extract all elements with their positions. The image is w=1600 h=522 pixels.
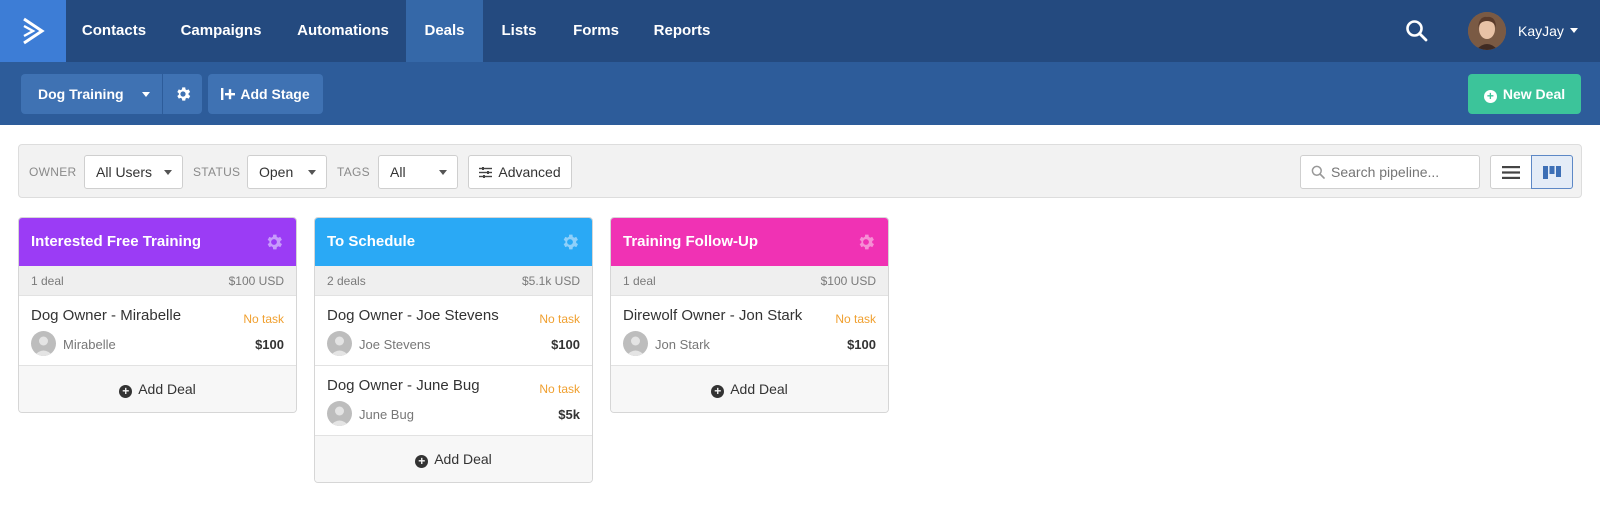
add-column-icon [221,88,236,100]
nav-reports[interactable]: Reports [637,0,727,62]
deal-task-status: No task [835,312,876,326]
status-filter-value: Open [259,164,294,180]
deal-value: $100 [551,337,580,352]
nav-deals[interactable]: Deals [406,0,483,62]
stage-total: $5.1k USD [521,274,580,288]
stage-total: $100 USD [228,274,284,288]
deal-contact: Jon Stark [655,337,710,352]
deal-title: Dog Owner - June Bug [327,377,480,394]
stage-column: Training Follow-Up 1 deal $100 USD Direw… [610,217,889,413]
chevron-down-icon [164,170,172,175]
deal-contact: Mirabelle [63,337,116,352]
deal-card[interactable]: Dog Owner - Joe Stevens No task Joe Stev… [315,296,592,366]
pipeline-select-label: Dog Training [38,86,124,102]
nav-contacts[interactable]: Contacts [66,0,162,62]
add-stage-label: Add Stage [240,86,310,102]
stage-header: Training Follow-Up [611,218,888,266]
contact-avatar [31,331,56,356]
stage-summary: 1 deal $100 USD [19,266,296,296]
chevron-down-icon [142,92,150,97]
kanban-icon [1543,165,1561,179]
owner-filter-label: OWNER [29,165,77,179]
stage-summary: 1 deal $100 USD [611,266,888,296]
deal-task-status: No task [539,312,580,326]
deal-contact: Joe Stevens [359,337,431,352]
nav-forms[interactable]: Forms [555,0,637,62]
contact-avatar [327,331,352,356]
deal-value: $5k [558,407,580,422]
add-deal-button[interactable]: + Add Deal [19,366,296,412]
add-deal-label: Add Deal [730,381,788,397]
status-filter-select[interactable]: Open [247,155,327,189]
deal-title: Dog Owner - Mirabelle [31,307,182,324]
deal-title: Direwolf Owner - Jon Stark [623,307,803,324]
user-menu-caret-icon[interactable] [1570,28,1578,33]
stage-column: Interested Free Training 1 deal $100 USD… [18,217,297,413]
deal-card[interactable]: Dog Owner - June Bug No task June Bug $5… [315,366,592,436]
deal-value: $100 [255,337,284,352]
sliders-icon [479,167,493,178]
new-deal-button[interactable]: + New Deal [1468,74,1581,114]
deal-count: 2 deals [327,274,366,288]
tags-filter-value: All [390,164,406,180]
advanced-filter-label: Advanced [498,164,561,180]
plus-circle-icon: + [1483,90,1497,103]
new-deal-label: New Deal [1502,86,1566,102]
tags-filter-label: TAGS [337,165,370,179]
stage-header: To Schedule [315,218,592,266]
add-deal-label: Add Deal [138,381,196,397]
plus-circle-icon: + [119,385,133,398]
stage-title: Training Follow-Up [623,233,758,250]
nav-lists[interactable]: Lists [483,0,555,62]
status-filter-label: STATUS [193,165,241,179]
chevron-down-icon [439,170,447,175]
list-view-button[interactable] [1490,155,1532,189]
search-icon [1311,165,1325,179]
add-deal-label: Add Deal [434,451,492,467]
nav-campaigns[interactable]: Campaigns [162,0,280,62]
deal-card[interactable]: Direwolf Owner - Jon Stark No task Jon S… [611,296,888,366]
add-stage-button[interactable]: Add Stage [208,74,323,114]
deal-value: $100 [847,337,876,352]
owner-filter-select[interactable]: All Users [84,155,183,189]
deal-contact: June Bug [359,407,414,422]
gear-icon[interactable] [560,232,580,252]
app-logo[interactable] [0,0,66,62]
stage-title: To Schedule [327,233,416,250]
logo-chevron-icon [23,17,45,45]
plus-circle-icon: + [711,385,725,398]
gear-icon [176,87,190,101]
deal-title: Dog Owner - Joe Stevens [327,307,499,324]
advanced-filter-button[interactable]: Advanced [468,155,572,189]
stage-header: Interested Free Training [19,218,296,266]
deal-task-status: No task [243,312,284,326]
nav-automations[interactable]: Automations [280,0,406,62]
add-deal-button[interactable]: + Add Deal [315,436,592,482]
board-view-button[interactable] [1531,155,1573,189]
user-name[interactable]: KayJay [1518,0,1564,62]
contact-avatar [623,331,648,356]
gear-icon[interactable] [264,232,284,252]
owner-filter-value: All Users [96,164,153,180]
pipeline-settings-button[interactable] [162,74,202,114]
pipeline-select[interactable]: Dog Training [21,74,162,114]
tags-filter-select[interactable]: All [378,155,458,189]
search-pipeline-input[interactable] [1300,155,1480,189]
stage-total: $100 USD [820,274,876,288]
chevron-down-icon [308,170,316,175]
search-icon[interactable] [1404,18,1430,44]
plus-circle-icon: + [415,455,429,468]
deal-card[interactable]: Dog Owner - Mirabelle No task Mirabelle … [19,296,296,366]
stage-title: Interested Free Training [31,233,202,250]
deal-task-status: No task [539,382,580,396]
list-icon [1502,165,1520,179]
add-deal-button[interactable]: + Add Deal [611,366,888,412]
stage-column: To Schedule 2 deals $5.1k USD Dog Owner … [314,217,593,483]
gear-icon[interactable] [856,232,876,252]
deal-count: 1 deal [31,274,64,288]
contact-avatar [327,401,352,426]
user-avatar[interactable] [1468,12,1506,50]
stage-summary: 2 deals $5.1k USD [315,266,592,296]
deal-count: 1 deal [623,274,656,288]
